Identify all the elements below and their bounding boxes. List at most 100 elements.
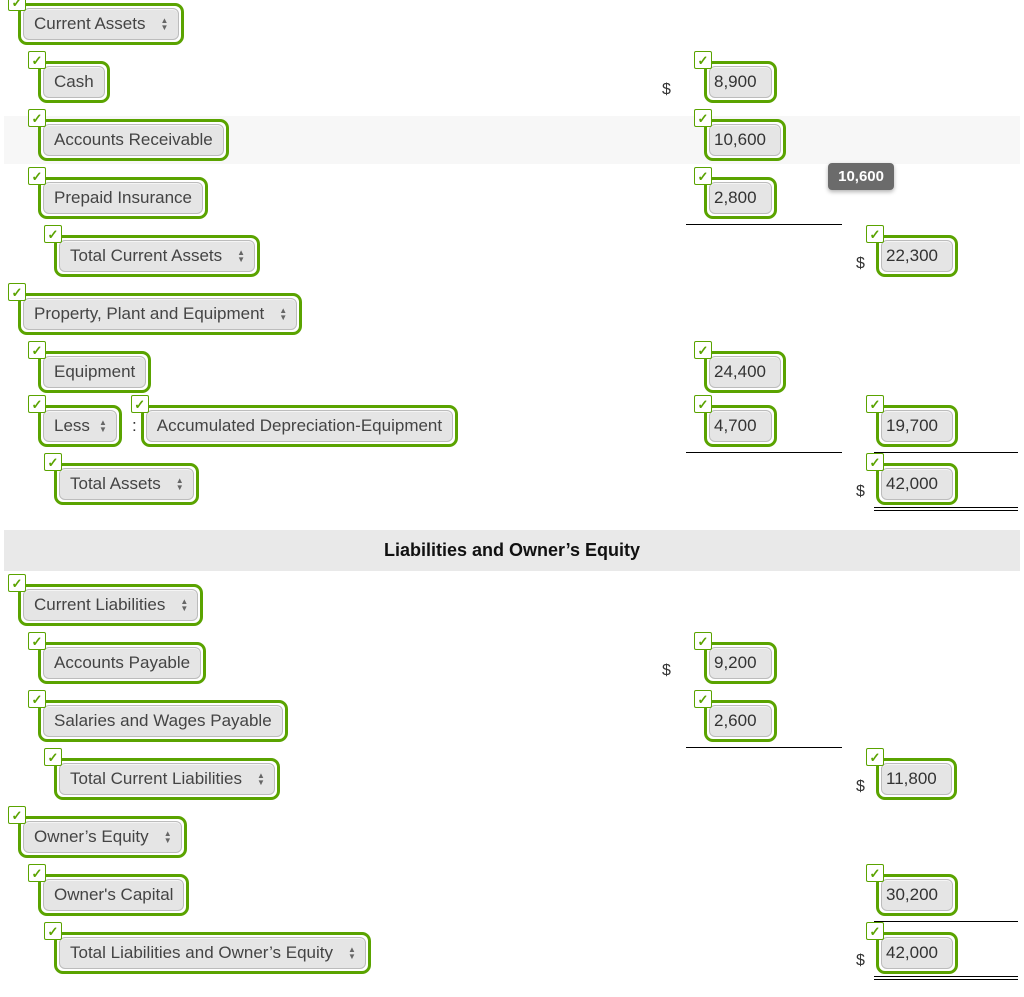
check-icon: ✓ <box>866 453 884 471</box>
check-icon: ✓ <box>28 51 46 69</box>
check-icon: ✓ <box>8 806 26 824</box>
ppe-net-amount-input[interactable]: ✓ 19,700 <box>876 405 1018 447</box>
check-icon: ✓ <box>694 167 712 185</box>
dollar-sign: $ <box>662 81 671 99</box>
total-liab-oe-amount-input[interactable]: ✓ 42,000 <box>876 932 1018 974</box>
dollar-sign: $ <box>856 778 865 796</box>
dropdown-label: Current Liabilities <box>24 595 175 615</box>
dropdown-label: Total Current Liabilities <box>60 769 252 789</box>
total-assets-dropdown[interactable]: ✓ Total Assets ▲▼ <box>54 463 426 505</box>
total-liab-oe-dropdown[interactable]: ✓ Total Liabilities and Owner’s Equity ▲… <box>54 932 426 974</box>
total-rule <box>874 507 1018 511</box>
chevron-updown-icon: ▲▼ <box>159 830 181 844</box>
check-icon: ✓ <box>28 632 46 650</box>
check-icon: ✓ <box>866 395 884 413</box>
dollar-sign: $ <box>856 255 865 273</box>
input-label: Accumulated Depreciation-Equipment <box>147 416 452 436</box>
check-icon: ✓ <box>44 922 62 940</box>
ar-amount-input[interactable]: ✓ 10,600 <box>704 119 846 161</box>
amount-value: 2,800 <box>710 188 771 208</box>
dollar-sign: $ <box>662 662 671 680</box>
section-header-liabilities: Liabilities and Owner’s Equity <box>4 530 1020 571</box>
chevron-updown-icon: ▲▼ <box>343 946 365 960</box>
chevron-updown-icon: ▲▼ <box>252 772 274 786</box>
swp-amount-input[interactable]: ✓ 2,600 <box>704 700 846 742</box>
check-icon: ✓ <box>8 0 26 11</box>
chevron-updown-icon: ▲▼ <box>175 598 197 612</box>
prepaid-amount-input[interactable]: ✓ 2,800 10,600 <box>704 177 846 219</box>
chevron-updown-icon: ▲▼ <box>156 17 178 31</box>
amount-value: 9,200 <box>710 653 771 673</box>
dropdown-label: Owner’s Equity <box>24 827 159 847</box>
amount-value: 30,200 <box>882 885 952 905</box>
check-icon: ✓ <box>8 283 26 301</box>
subtotal-rule <box>686 452 842 453</box>
acc-dep-input[interactable]: ✓ Accumulated Depreciation-Equipment <box>141 405 619 447</box>
accounts-payable-input[interactable]: ✓ Accounts Payable <box>38 642 506 684</box>
current-assets-dropdown[interactable]: ✓ Current Assets ▲▼ <box>18 3 390 45</box>
check-icon: ✓ <box>694 51 712 69</box>
total-current-liab-amount-input[interactable]: ✓ 11,800 <box>876 758 1018 800</box>
subtotal-rule <box>686 224 842 225</box>
check-icon: ✓ <box>694 395 712 413</box>
capital-amount-input[interactable]: ✓ 30,200 <box>876 874 1018 916</box>
amount-value: 4,700 <box>710 416 771 436</box>
input-label: Owner's Capital <box>44 885 183 905</box>
check-icon: ✓ <box>28 167 46 185</box>
check-icon: ✓ <box>28 395 46 413</box>
acc-dep-amount-input[interactable]: ✓ 4,700 <box>704 405 846 447</box>
ap-amount-input[interactable]: ✓ 9,200 <box>704 642 846 684</box>
owners-capital-input[interactable]: ✓ Owner's Capital <box>38 874 490 916</box>
chevron-updown-icon: ▲▼ <box>171 477 193 491</box>
total-rule <box>874 976 1018 980</box>
check-icon: ✓ <box>28 341 46 359</box>
total-current-assets-amount-input[interactable]: ✓ 22,300 <box>876 235 1018 277</box>
check-icon: ✓ <box>44 453 62 471</box>
accounts-receivable-input[interactable]: ✓ Accounts Receivable <box>38 119 506 161</box>
dropdown-label: Less <box>44 416 94 436</box>
amount-value: 42,000 <box>882 474 952 494</box>
check-icon: ✓ <box>694 690 712 708</box>
check-icon: ✓ <box>694 109 712 127</box>
input-label: Prepaid Insurance <box>44 188 202 208</box>
total-current-liabilities-dropdown[interactable]: ✓ Total Current Liabilities ▲▼ <box>54 758 426 800</box>
amount-value: 8,900 <box>710 72 771 92</box>
subtotal-rule <box>874 452 1018 453</box>
input-label: Salaries and Wages Payable <box>44 711 282 731</box>
amount-value: 10,600 <box>710 130 780 150</box>
equipment-amount-input[interactable]: ✓ 24,400 <box>704 351 846 393</box>
owners-equity-dropdown[interactable]: ✓ Owner’s Equity ▲▼ <box>18 816 390 858</box>
input-label: Equipment <box>44 362 145 382</box>
amount-value: 11,800 <box>882 769 951 789</box>
total-current-assets-dropdown[interactable]: ✓ Total Current Assets ▲▼ <box>54 235 426 277</box>
check-icon: ✓ <box>28 109 46 127</box>
check-icon: ✓ <box>28 864 46 882</box>
check-icon: ✓ <box>866 864 884 882</box>
total-assets-amount-input[interactable]: ✓ 42,000 <box>876 463 1018 505</box>
subtotal-rule <box>686 747 842 748</box>
ppe-dropdown[interactable]: ✓ Property, Plant and Equipment ▲▼ <box>18 293 390 335</box>
amount-value: 19,700 <box>882 416 952 436</box>
prepaid-insurance-input[interactable]: ✓ Prepaid Insurance <box>38 177 506 219</box>
input-label: Cash <box>44 72 104 92</box>
check-icon: ✓ <box>44 225 62 243</box>
cash-amount-input[interactable]: ✓ 8,900 <box>704 61 846 103</box>
cash-input[interactable]: ✓ Cash <box>38 61 506 103</box>
input-label: Accounts Payable <box>44 653 200 673</box>
less-dropdown[interactable]: ✓ Less ▲▼ <box>38 405 128 447</box>
subtotal-rule <box>874 921 1018 922</box>
dropdown-label: Property, Plant and Equipment <box>24 304 274 324</box>
amount-value: 22,300 <box>882 246 952 266</box>
dollar-sign: $ <box>856 952 865 970</box>
amount-value: 24,400 <box>710 362 780 382</box>
equipment-input[interactable]: ✓ Equipment <box>38 351 506 393</box>
tooltip: 10,600 <box>828 163 894 190</box>
chevron-updown-icon: ▲▼ <box>94 419 116 433</box>
balance-sheet: ✓ Current Assets ▲▼ ✓ Cash $ ✓ <box>0 0 1024 997</box>
check-icon: ✓ <box>28 690 46 708</box>
salaries-wages-payable-input[interactable]: ✓ Salaries and Wages Payable <box>38 700 506 742</box>
dropdown-label: Current Assets <box>24 14 156 34</box>
dollar-sign: $ <box>856 483 865 501</box>
check-icon: ✓ <box>694 341 712 359</box>
current-liabilities-dropdown[interactable]: ✓ Current Liabilities ▲▼ <box>18 584 390 626</box>
